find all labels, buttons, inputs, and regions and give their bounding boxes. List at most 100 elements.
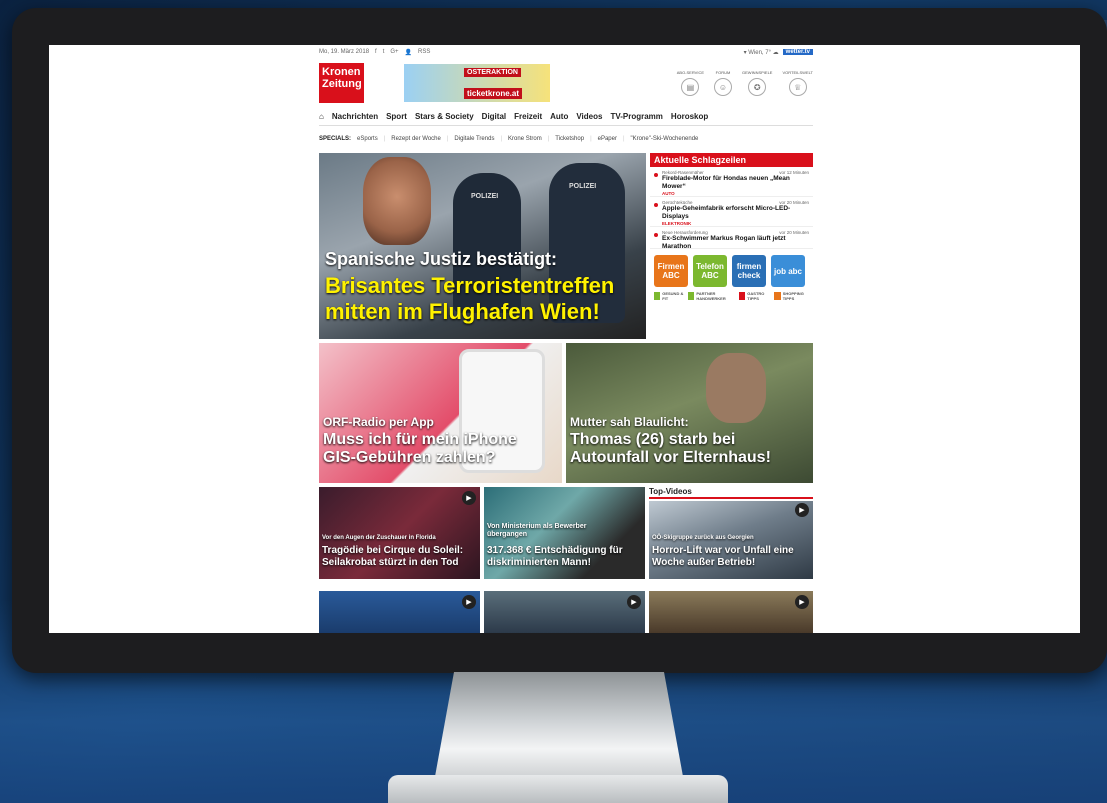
special-strom[interactable]: Krone Strom bbox=[508, 136, 542, 142]
accident-title: Thomas (26) starb bei Autounfall vor Elt… bbox=[570, 431, 771, 466]
site-header: Kronen Zeitung OSTERAKTION ticketkrone.a… bbox=[319, 59, 813, 107]
specials-bar: SPECIALS: eSports | Rezept der Woche | Dig… bbox=[319, 136, 699, 142]
top-videos-header: Top-Videos bbox=[649, 487, 813, 499]
bullet-icon bbox=[654, 203, 658, 207]
main-nav: ⌂ Nachrichten Sport Stars & Society Digi… bbox=[319, 107, 813, 126]
vorteilswelt-link[interactable]: VORTEILSWELT ♕ bbox=[782, 70, 813, 96]
special-rezept[interactable]: Rezept der Woche bbox=[391, 136, 441, 142]
headlines-title: Aktuelle Schlagzeilen bbox=[650, 153, 813, 167]
hero-title-line-1: Brisantes Terroristentreffen bbox=[325, 273, 615, 298]
forum-label: FORUM bbox=[715, 70, 731, 75]
nav-item-stars[interactable]: Stars & Society bbox=[415, 112, 474, 121]
special-ski[interactable]: "Krone"-Ski-Wochenende bbox=[631, 136, 699, 142]
play-icon[interactable]: ▶ bbox=[462, 595, 476, 609]
handwerker-icon bbox=[688, 292, 695, 300]
video-thumb[interactable]: ▶ bbox=[484, 591, 645, 633]
headline-item[interactable]: Rekord-Rasenmäher vor 12 Minuten Fireblad… bbox=[650, 167, 813, 197]
nav-item-nachrichten[interactable]: Nachrichten bbox=[332, 112, 378, 121]
mini-label: PARTNER HANDWERKER bbox=[696, 291, 726, 301]
headline-title: Fireblade-Motor für Hondas neuen „Mean M… bbox=[662, 175, 790, 190]
video-article[interactable]: ▶ OÖ-Skigruppe zurück aus Georgien Horro… bbox=[649, 501, 813, 579]
prize-icon: ✪ bbox=[748, 78, 767, 96]
tile-job-abc[interactable]: job abc bbox=[771, 255, 805, 287]
video-title: Horror-Lift war vor Unfall eine Woche au… bbox=[652, 545, 794, 568]
headline-category: AUTO bbox=[662, 191, 675, 196]
forum-link[interactable]: FORUM ☺ bbox=[714, 70, 733, 96]
special-ticketshop[interactable]: Ticketshop bbox=[555, 136, 584, 142]
play-icon[interactable]: ▶ bbox=[627, 595, 641, 609]
ministry-title: 317.368 € Entschädigung für diskriminier… bbox=[487, 545, 623, 568]
nav-item-horoskop[interactable]: Horoskop bbox=[671, 112, 708, 121]
top-videos: Top-Videos ▶ OÖ-Skigruppe zurück aus Geo… bbox=[649, 487, 813, 579]
rss-icon[interactable]: RSS bbox=[418, 49, 430, 55]
site-logo[interactable]: Kronen Zeitung bbox=[319, 63, 364, 103]
cirque-kicker: Vor den Augen der Zuschauer in Florida bbox=[322, 535, 436, 541]
video-thumb[interactable]: ▶ bbox=[649, 591, 813, 633]
special-trends[interactable]: Digitale Trends bbox=[454, 136, 494, 142]
gift-icon: ♕ bbox=[788, 78, 807, 96]
user-icon[interactable]: 👤 bbox=[405, 49, 412, 56]
wetter-link[interactable]: wetter.tv bbox=[782, 49, 813, 55]
logo-line-1: Kronen bbox=[322, 66, 361, 78]
logo-line-2: Zeitung bbox=[322, 78, 362, 90]
second-row: ORF-Radio per App Muss ich für mein iPho… bbox=[319, 343, 813, 483]
abo-service-link[interactable]: ABO-SERVICE ▤ bbox=[677, 70, 704, 96]
orf-article[interactable]: ORF-Radio per App Muss ich für mein iPho… bbox=[319, 343, 562, 483]
play-icon[interactable]: ▶ bbox=[795, 595, 809, 609]
special-esports[interactable]: eSports bbox=[357, 136, 378, 142]
mini-label: GESUND & FIT bbox=[662, 291, 684, 301]
shopping-icon bbox=[774, 292, 781, 300]
home-icon[interactable]: ⌂ bbox=[319, 112, 324, 121]
headline-title: Ex-Schwimmer Markus Rogan läuft jetzt Ma… bbox=[662, 235, 786, 249]
third-row: ▶ Vor den Augen der Zuschauer in Florida… bbox=[319, 487, 813, 587]
nav-item-freizeit[interactable]: Freizeit bbox=[514, 112, 542, 121]
play-icon[interactable]: ▶ bbox=[462, 491, 476, 505]
play-icon[interactable]: ▶ bbox=[795, 503, 809, 517]
ad-banner[interactable]: OSTERAKTION ticketkrone.at bbox=[404, 64, 550, 102]
hero-title: Brisantes Terroristentreffen mitten im F… bbox=[325, 273, 614, 325]
headlines-sidebar: Aktuelle Schlagzeilen Rekord-Rasenmäher v… bbox=[650, 153, 813, 339]
banner-url: ticketkrone.at bbox=[464, 88, 523, 99]
accident-kicker: Mutter sah Blaulicht: bbox=[570, 415, 689, 429]
tile-firmen-abc[interactable]: Firmen ABC bbox=[654, 255, 688, 287]
video-kicker: OÖ-Skigruppe zurück aus Georgien bbox=[652, 535, 754, 541]
nav-item-videos[interactable]: Videos bbox=[576, 112, 602, 121]
headline-item[interactable]: Gerüchteküche vor 20 Minuten Apple-Geheim… bbox=[650, 197, 813, 227]
mini-link-shopping[interactable]: SHOPPING TIPPS bbox=[774, 291, 809, 301]
mini-link-gastro[interactable]: GASTRO TIPPS bbox=[739, 291, 770, 301]
monitor-base bbox=[388, 775, 728, 803]
twitter-icon[interactable]: t bbox=[383, 49, 385, 55]
weather-widget[interactable]: ▾ Wien, 7° ☁ bbox=[744, 49, 779, 56]
accident-article[interactable]: Mutter sah Blaulicht: Thomas (26) starb … bbox=[566, 343, 813, 483]
news-website: Mo, 19. März 2018 f t G+ 👤 RSS ▾ Wien, 7… bbox=[319, 45, 813, 633]
nav-item-auto[interactable]: Auto bbox=[550, 112, 568, 121]
headline-item[interactable]: Neue Herausforderung vor 20 Minuten Ex-Sc… bbox=[650, 227, 813, 249]
cirque-article[interactable]: ▶ Vor den Augen der Zuschauer in Florida… bbox=[319, 487, 480, 579]
fourth-row: ▶ ▶ ▶ bbox=[319, 591, 813, 633]
date-label: Mo, 19. März 2018 bbox=[319, 49, 370, 55]
video-thumb[interactable]: ▶ bbox=[319, 591, 480, 633]
tile-telefon-abc[interactable]: Telefon ABC bbox=[693, 255, 727, 287]
newspaper-icon: ▤ bbox=[681, 78, 700, 96]
facebook-icon[interactable]: f bbox=[375, 49, 377, 55]
person-photo bbox=[706, 353, 766, 423]
specials-label: SPECIALS: bbox=[319, 136, 352, 142]
orf-title: Muss ich für mein iPhone GIS-Gebühren za… bbox=[323, 431, 517, 466]
mini-link-handwerker[interactable]: PARTNER HANDWERKER bbox=[688, 291, 735, 301]
nav-item-digital[interactable]: Digital bbox=[482, 112, 506, 121]
banner-promo: OSTERAKTION bbox=[464, 68, 521, 77]
hero-title-line-2: mitten im Flughafen Wien! bbox=[325, 299, 600, 324]
monitor-screen: Mo, 19. März 2018 f t G+ 👤 RSS ▾ Wien, 7… bbox=[49, 45, 1080, 633]
nav-item-sport[interactable]: Sport bbox=[386, 112, 407, 121]
top-stories: POLIZEI POLIZEI Spanische Justiz bestäti… bbox=[319, 153, 813, 339]
special-epaper[interactable]: ePaper bbox=[598, 136, 617, 142]
nav-item-tv[interactable]: TV-Programm bbox=[610, 112, 662, 121]
tile-firmen-check[interactable]: firmen check bbox=[732, 255, 766, 287]
gewinnspiele-link[interactable]: GEWINNSPIELE ✪ bbox=[742, 70, 772, 96]
gewinnspiele-label: GEWINNSPIELE bbox=[742, 70, 773, 75]
mini-link-gesund[interactable]: GESUND & FIT bbox=[654, 291, 684, 301]
googleplus-icon[interactable]: G+ bbox=[390, 49, 398, 55]
abo-service-label: ABO-SERVICE bbox=[676, 70, 705, 75]
hero-article[interactable]: POLIZEI POLIZEI Spanische Justiz bestäti… bbox=[319, 153, 646, 339]
ministry-article[interactable]: Von Ministerium als Bewerber übergangen … bbox=[484, 487, 645, 579]
